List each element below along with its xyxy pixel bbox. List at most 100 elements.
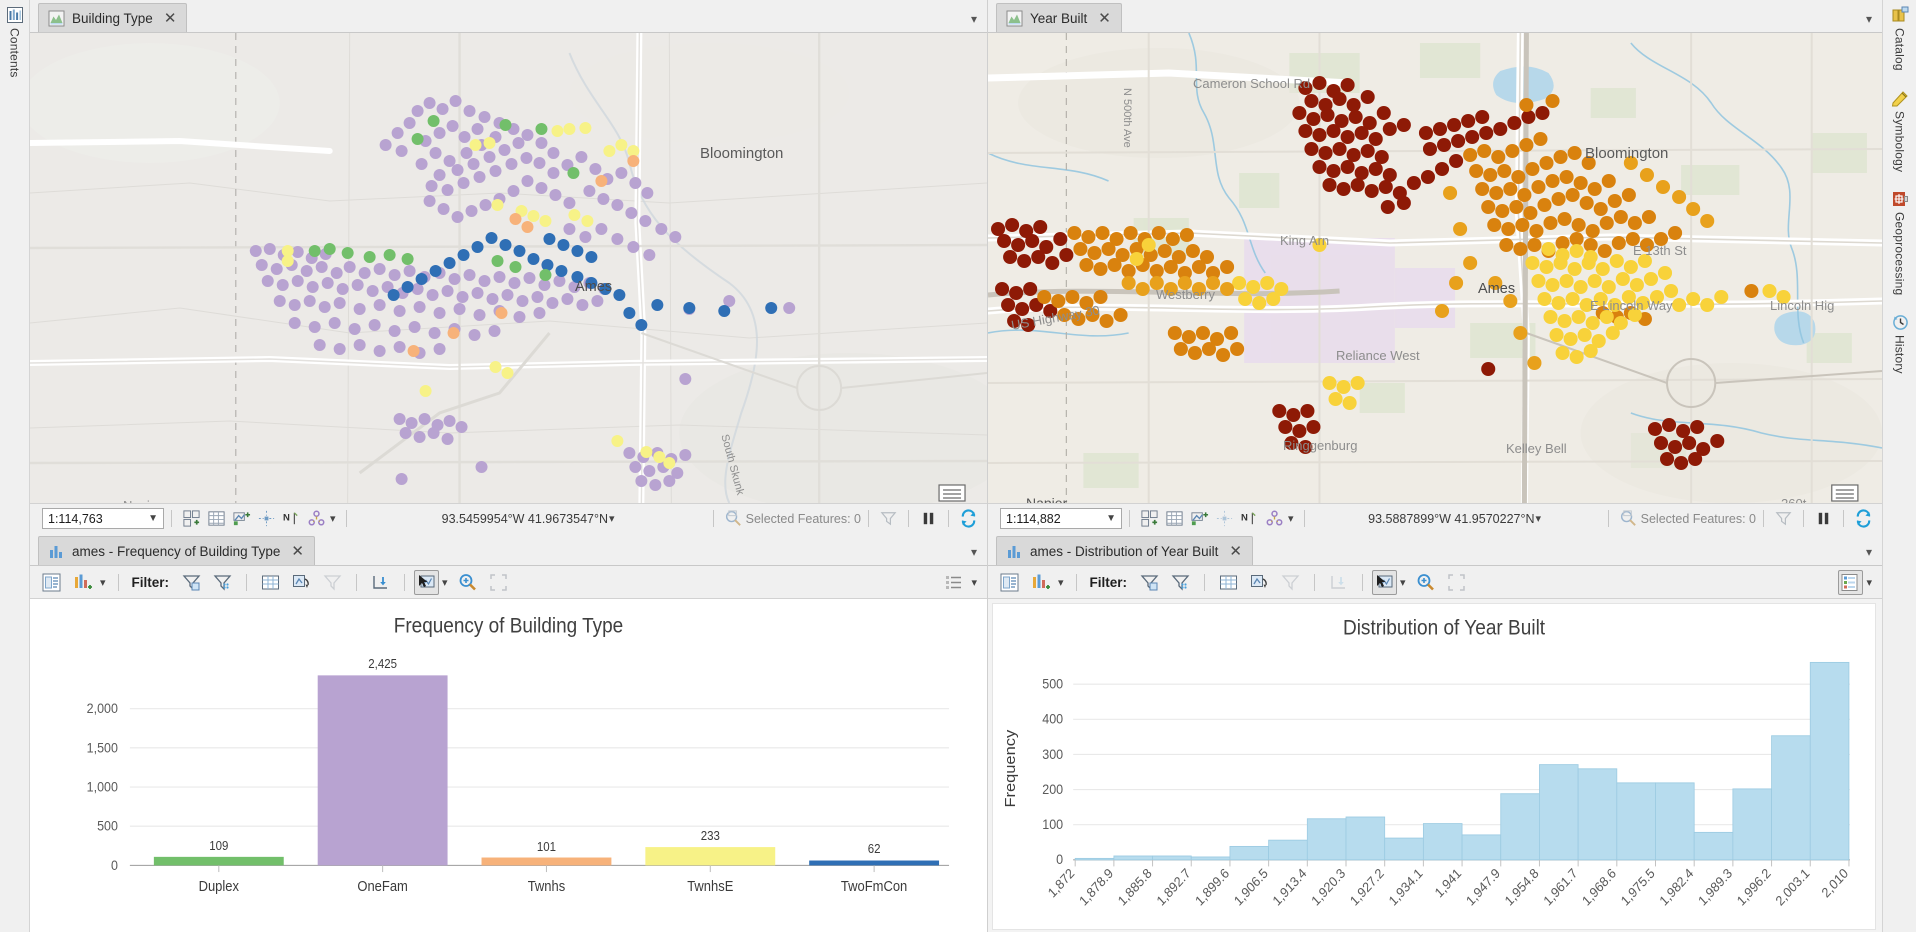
pause-drawing-icon[interactable]	[1814, 509, 1833, 528]
sidebar-item-history[interactable]: History	[1891, 313, 1909, 374]
svg-text:1,885.8: 1,885.8	[1115, 865, 1155, 908]
grid-icon[interactable]	[207, 509, 226, 528]
open-table-icon[interactable]	[260, 572, 281, 593]
zoom-in-icon[interactable]	[1415, 572, 1436, 593]
svg-text:1,961.7: 1,961.7	[1541, 865, 1581, 908]
geodesic-icon[interactable]	[307, 509, 326, 528]
full-extent-icon[interactable]	[488, 572, 509, 593]
add-grid-icon[interactable]	[1140, 509, 1159, 528]
chevron-down-icon[interactable]: ▾	[1866, 12, 1872, 26]
export-chart-icon[interactable]	[1328, 572, 1349, 593]
map-pane-year-built: Year Built ✕ ▾	[988, 0, 1882, 533]
filter-by-extent-icon[interactable]	[181, 572, 202, 593]
north-arrow-icon[interactable]: N	[282, 509, 301, 528]
crosshair-icon[interactable]	[1215, 509, 1234, 528]
tab-ames-frequency-building-type[interactable]: ames - Frequency of Building Type ✕	[38, 536, 315, 565]
map-canvas-building-type[interactable]: Bloomington Ames Napier South Skunk	[30, 33, 987, 503]
clear-selection-icon[interactable]	[1774, 509, 1793, 528]
map-left-tabstrip: Building Type ✕ ▾	[30, 0, 987, 33]
legend-list-icon[interactable]	[943, 572, 964, 593]
chevron-down-icon[interactable]: ▾	[330, 512, 336, 525]
north-arrow-icon[interactable]: N	[1240, 509, 1259, 528]
filter-by-extent-icon[interactable]	[1139, 572, 1160, 593]
svg-text:500: 500	[97, 818, 118, 834]
close-icon[interactable]: ✕	[1229, 544, 1242, 559]
map-scale-selector[interactable]: 1:114,882 ▼	[1000, 508, 1122, 529]
chevron-down-icon[interactable]: ▾	[609, 512, 615, 525]
refresh-icon[interactable]	[959, 509, 978, 528]
bar-duplex	[154, 857, 284, 866]
chevron-down-icon[interactable]: ▾	[971, 576, 977, 589]
charts-row: ames - Frequency of Building Type ✕ ▾	[30, 533, 1882, 932]
chevron-down-icon[interactable]: ▾	[100, 576, 106, 589]
chart-right-body[interactable]: Distribution of Year Built Frequency	[988, 599, 1882, 932]
chart-category-labels: Duplex OneFam Twnhs TwnhsE TwoFmCon	[199, 878, 908, 894]
chevron-down-icon[interactable]: ▾	[1058, 576, 1064, 589]
svg-text:300: 300	[1042, 746, 1063, 762]
refresh-icon[interactable]	[1854, 509, 1873, 528]
new-chart-icon[interactable]	[1030, 572, 1051, 593]
select-tool-button[interactable]	[1372, 570, 1397, 595]
history-icon	[1891, 313, 1909, 331]
close-icon[interactable]: ✕	[164, 11, 177, 26]
sidebar-item-symbology[interactable]: Symbology	[1891, 89, 1909, 172]
map-explore-icon[interactable]	[1190, 509, 1209, 528]
chart-properties-icon[interactable]	[999, 572, 1020, 593]
histogram-bars	[1075, 662, 1849, 859]
chevron-down-icon[interactable]: ▾	[1536, 512, 1542, 525]
svg-text:1,968.6: 1,968.6	[1579, 865, 1619, 908]
export-chart-icon[interactable]	[370, 572, 391, 593]
tab-building-type[interactable]: Building Type ✕	[38, 3, 187, 32]
chevron-down-icon[interactable]: ▾	[971, 12, 977, 26]
svg-text:1,500: 1,500	[87, 740, 118, 756]
map-explore-icon[interactable]	[232, 509, 251, 528]
svg-text:1,989.3: 1,989.3	[1695, 865, 1735, 908]
pause-drawing-icon[interactable]	[919, 509, 938, 528]
zoom-in-icon[interactable]	[457, 572, 478, 593]
filter-by-selection-icon[interactable]	[1170, 572, 1191, 593]
chevron-down-icon[interactable]: ▾	[971, 545, 977, 559]
chevron-down-icon[interactable]: ▼	[148, 513, 158, 524]
switch-selection-icon[interactable]	[1249, 572, 1270, 593]
svg-text:101: 101	[537, 839, 556, 854]
close-icon[interactable]: ✕	[291, 544, 304, 559]
select-tool-icon	[1374, 572, 1395, 593]
filter-by-selection-icon[interactable]	[212, 572, 233, 593]
chevron-down-icon[interactable]: ▾	[1288, 512, 1294, 525]
grid-icon[interactable]	[1165, 509, 1184, 528]
zoom-to-selection-icon[interactable]	[322, 572, 343, 593]
chevron-down-icon[interactable]: ▼	[1106, 513, 1116, 524]
chevron-down-icon[interactable]: ▾	[442, 576, 448, 589]
sidebar-item-catalog[interactable]: Catalog	[1891, 6, 1909, 71]
crosshair-icon[interactable]	[257, 509, 276, 528]
tab-ames-distribution-year-built[interactable]: ames - Distribution of Year Built ✕	[996, 536, 1253, 565]
chart-left-body[interactable]: Frequency of Building Type 0 500	[30, 599, 987, 932]
svg-text:1,913.4: 1,913.4	[1270, 865, 1310, 908]
clear-selection-icon[interactable]	[879, 509, 898, 528]
new-chart-icon[interactable]	[72, 572, 93, 593]
tab-year-built[interactable]: Year Built ✕	[996, 3, 1122, 32]
add-grid-icon[interactable]	[182, 509, 201, 528]
tab-chart-right-label: ames - Distribution of Year Built	[1030, 544, 1218, 559]
map-scale-selector[interactable]: 1:114,763 ▼	[42, 508, 164, 529]
legend-list-icon	[1840, 572, 1861, 593]
chart-properties-icon[interactable]	[41, 572, 62, 593]
chevron-down-icon[interactable]: ▾	[1866, 545, 1872, 559]
zoom-to-selection-icon[interactable]	[1280, 572, 1301, 593]
chevron-down-icon[interactable]: ▾	[1866, 576, 1872, 589]
full-extent-icon[interactable]	[1446, 572, 1467, 593]
map-canvas-year-built[interactable]: Cameron School Rd N 500th Ave Bloomingto…	[988, 33, 1882, 503]
geodesic-icon[interactable]	[1265, 509, 1284, 528]
svg-text:1,920.3: 1,920.3	[1308, 865, 1348, 908]
chevron-down-icon[interactable]: ▾	[1400, 576, 1406, 589]
open-table-icon[interactable]	[1218, 572, 1239, 593]
map-pane-building-type: Building Type ✕ ▾	[30, 0, 988, 533]
select-tool-button[interactable]	[414, 570, 439, 595]
sidebar-item-geoprocessing[interactable]: Geoprocessing	[1891, 190, 1909, 295]
close-icon[interactable]: ✕	[1098, 11, 1111, 26]
svg-text:1,975.5: 1,975.5	[1618, 865, 1658, 908]
sidebar-item-contents[interactable]: Contents	[6, 6, 24, 78]
tab-chart-left-label: ames - Frequency of Building Type	[72, 544, 280, 559]
switch-selection-icon[interactable]	[291, 572, 312, 593]
legend-list-button[interactable]	[1838, 570, 1863, 595]
